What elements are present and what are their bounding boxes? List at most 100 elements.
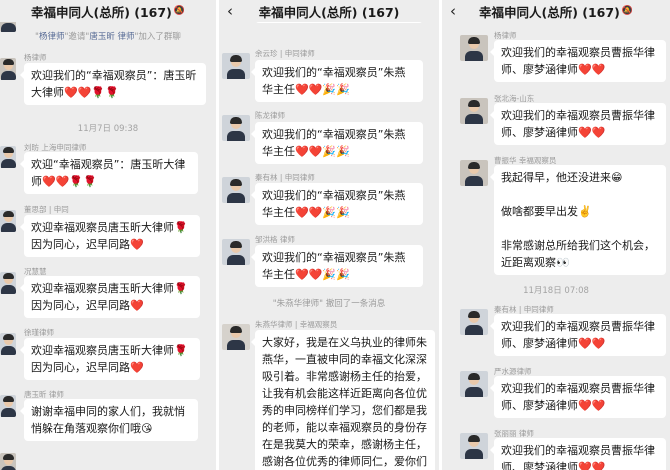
message-bubble[interactable]: 欢迎我们的“幸福观察员”朱燕华主任❤️❤️🎉🎉 xyxy=(251,245,423,287)
avatar-hair xyxy=(468,435,480,442)
avatar-hair xyxy=(468,37,480,44)
avatar[interactable] xyxy=(222,177,250,203)
sender-name: 徐瑾律师 xyxy=(24,328,54,337)
avatar[interactable] xyxy=(0,333,16,355)
chat-title: 幸福申同人(总所) (167) xyxy=(258,4,400,20)
mute-icon: 🔕 xyxy=(173,6,185,16)
system-text: "加入了群聊 xyxy=(134,32,181,42)
back-chevron-icon[interactable]: ‹ xyxy=(227,3,233,19)
system-notice: "杨律师"邀请"唐玉昕 律师"加入了群聊 xyxy=(0,30,216,42)
avatar-suit xyxy=(1,285,16,294)
avatar-hair xyxy=(468,311,480,318)
avatar-hair xyxy=(3,396,14,402)
chat-panel-3: 杨律师 欢迎我们的幸福观察员曹振华律师、廖梦涵律师❤️❤️ 张北海-山东 欢迎我们的幸… xyxy=(442,0,670,470)
message-bubble[interactable]: 欢迎我们的幸福观察员曹振华律师、廖梦涵律师❤️❤️ xyxy=(490,103,666,145)
chat-panel-1: 杨律师"杨律师"邀请"唐玉昕 律师"加入了群聊杨律师欢迎我们的“幸福观察员”：唐… xyxy=(0,0,216,470)
message-bubble[interactable]: 欢迎“幸福观察员”：唐玉昕大律师❤️❤️🌹🌹 xyxy=(20,152,198,194)
avatar-hair xyxy=(230,241,242,248)
avatar[interactable] xyxy=(0,453,16,470)
avatar-hair xyxy=(3,147,14,153)
avatar-suit xyxy=(1,466,16,470)
avatar-suit xyxy=(465,449,483,459)
message-bubble[interactable]: 欢迎幸福观察员唐玉昕大律师🌹因为同心，迟早同路❤️ xyxy=(20,215,200,257)
avatar-suit xyxy=(227,340,245,350)
avatar-hair xyxy=(3,273,14,279)
message-bubble[interactable]: 欢迎我们的幸福观察员曹振华律师、廖梦涵律师❤️❤️ xyxy=(490,40,666,82)
avatar-hair xyxy=(230,326,242,333)
chat-header: ‹ 幸福申同人(总所) (167) xyxy=(219,0,439,22)
sender-name: 余云珍 | 申同律师 xyxy=(255,49,315,58)
avatar-suit xyxy=(465,387,483,397)
avatar[interactable] xyxy=(0,210,16,232)
avatar[interactable] xyxy=(0,58,16,80)
avatar[interactable] xyxy=(0,146,16,168)
sender-name: 秦有林 | 申同律师 xyxy=(255,173,315,182)
avatar[interactable] xyxy=(0,272,16,294)
avatar-hair xyxy=(3,211,14,217)
back-chevron-icon[interactable]: ‹ xyxy=(450,3,456,19)
avatar[interactable] xyxy=(222,115,250,141)
member-link[interactable]: 唐玉昕 律师 xyxy=(89,32,134,42)
avatar-hair xyxy=(3,454,14,460)
avatar[interactable] xyxy=(0,395,16,417)
avatar-suit xyxy=(1,346,16,355)
avatar-suit xyxy=(1,159,16,168)
avatar[interactable] xyxy=(460,98,488,124)
avatar[interactable] xyxy=(460,371,488,397)
message-bubble[interactable]: 欢迎我们的“幸福观察员”：唐玉昕大律师❤️❤️🌹🌹 xyxy=(20,63,206,105)
message-list[interactable]: 主任❤️❤️🎉🎉余云珍 | 申同律师欢迎我们的“幸福观察员”朱燕华主任❤️❤️🎉… xyxy=(219,0,439,470)
member-link[interactable]: 杨律师 xyxy=(39,32,65,42)
avatar-suit xyxy=(227,69,245,79)
chat-header: 幸福申同人(总所) (167) 🔕 xyxy=(0,0,216,22)
avatar-suit xyxy=(227,255,245,265)
message-bubble[interactable]: 欢迎幸福观察员唐玉昕大律师🌹因为同心，迟早同路❤️ xyxy=(20,276,200,318)
chat-panel-2: 主任❤️❤️🎉🎉余云珍 | 申同律师欢迎我们的“幸福观察员”朱燕华主任❤️❤️🎉… xyxy=(219,0,439,470)
message-bubble[interactable]: 欢迎我们的幸福观察员曹振华律师、廖梦涵律师❤️❤️ xyxy=(490,376,666,418)
avatar[interactable] xyxy=(460,35,488,61)
message-bubble[interactable]: 大家好，我是在义乌执业的律师朱燕华，一直被申同的幸福文化深深吸引着。非常感谢杨主… xyxy=(251,330,435,470)
avatar[interactable] xyxy=(222,239,250,265)
avatar-hair xyxy=(230,179,242,186)
avatar-suit xyxy=(1,223,16,232)
avatar-hair xyxy=(468,373,480,380)
avatar-suit xyxy=(227,193,245,203)
chat-title: 幸福申同人(总所) (167) xyxy=(478,4,620,20)
message-bubble[interactable]: 欢迎我们的“幸福观察员”朱燕华主任❤️❤️🎉🎉 xyxy=(251,122,423,164)
mute-icon: 🔕 xyxy=(621,6,633,16)
sender-name: 邹洪格 律师 xyxy=(255,235,295,244)
avatar[interactable] xyxy=(222,324,250,350)
avatar-suit xyxy=(1,408,16,417)
message-bubble[interactable]: 我起得早，他还没进来😁 做啥都要早出发✌️ 非常感谢总所给我们这个机会，近距离观… xyxy=(490,165,666,275)
message-list[interactable]: 杨律师 欢迎我们的幸福观察员曹振华律师、廖梦涵律师❤️❤️ 张北海-山东 欢迎我们的幸… xyxy=(442,0,670,470)
sender-name: 董思部 | 申同 xyxy=(24,205,69,214)
system-text: "朱燕华律师" 撤回了一条消息 xyxy=(272,299,386,309)
message-list[interactable]: 杨律师"杨律师"邀请"唐玉昕 律师"加入了群聊杨律师欢迎我们的“幸福观察员”：唐… xyxy=(0,0,216,470)
message-bubble[interactable]: 谢谢幸福申同的家人们，我就悄悄躲在角落观察你们哦😘 xyxy=(20,399,198,441)
avatar-suit xyxy=(227,131,245,141)
message-bubble[interactable]: 欢迎我们的“幸福观察员”朱燕华主任❤️❤️🎉🎉 xyxy=(251,183,423,225)
avatar-suit xyxy=(1,71,16,80)
avatar[interactable] xyxy=(460,160,488,186)
chat-header: ‹ 幸福申同人(总所) (167) 🔕 xyxy=(442,0,670,22)
timestamp: 11月7日 09:38 xyxy=(77,124,139,134)
avatar-suit xyxy=(465,325,483,335)
chat-title: 幸福申同人(总所) (167) xyxy=(30,4,172,20)
avatar-hair xyxy=(468,162,480,169)
avatar-hair xyxy=(3,334,14,340)
avatar[interactable] xyxy=(460,309,488,335)
avatar-hair xyxy=(230,55,242,62)
message-bubble[interactable]: 欢迎幸福观察员唐玉昕大律师🌹因为同心，迟早同路❤️ xyxy=(20,338,200,380)
avatar[interactable] xyxy=(460,433,488,459)
avatar-suit xyxy=(465,176,483,186)
system-notice: "朱燕华律师" 撤回了一条消息 xyxy=(219,297,439,309)
message-bubble[interactable]: 欢迎我们的“幸福观察员”朱燕华主任❤️❤️🎉🎉 xyxy=(251,60,423,102)
avatar-suit xyxy=(465,51,483,61)
message-bubble[interactable]: 欢迎我们的幸福观察员曹振华律师、廖梦涵律师❤️❤️ xyxy=(490,438,666,470)
avatar-hair xyxy=(468,100,480,107)
avatar[interactable] xyxy=(222,53,250,79)
avatar-hair xyxy=(230,117,242,124)
sender-name: 杨律师 xyxy=(24,53,47,62)
system-text: "邀请" xyxy=(64,32,90,42)
message-bubble[interactable]: 欢迎我们的幸福观察员曹振华律师、廖梦涵律师❤️❤️ xyxy=(490,314,666,356)
avatar-hair xyxy=(3,59,14,65)
